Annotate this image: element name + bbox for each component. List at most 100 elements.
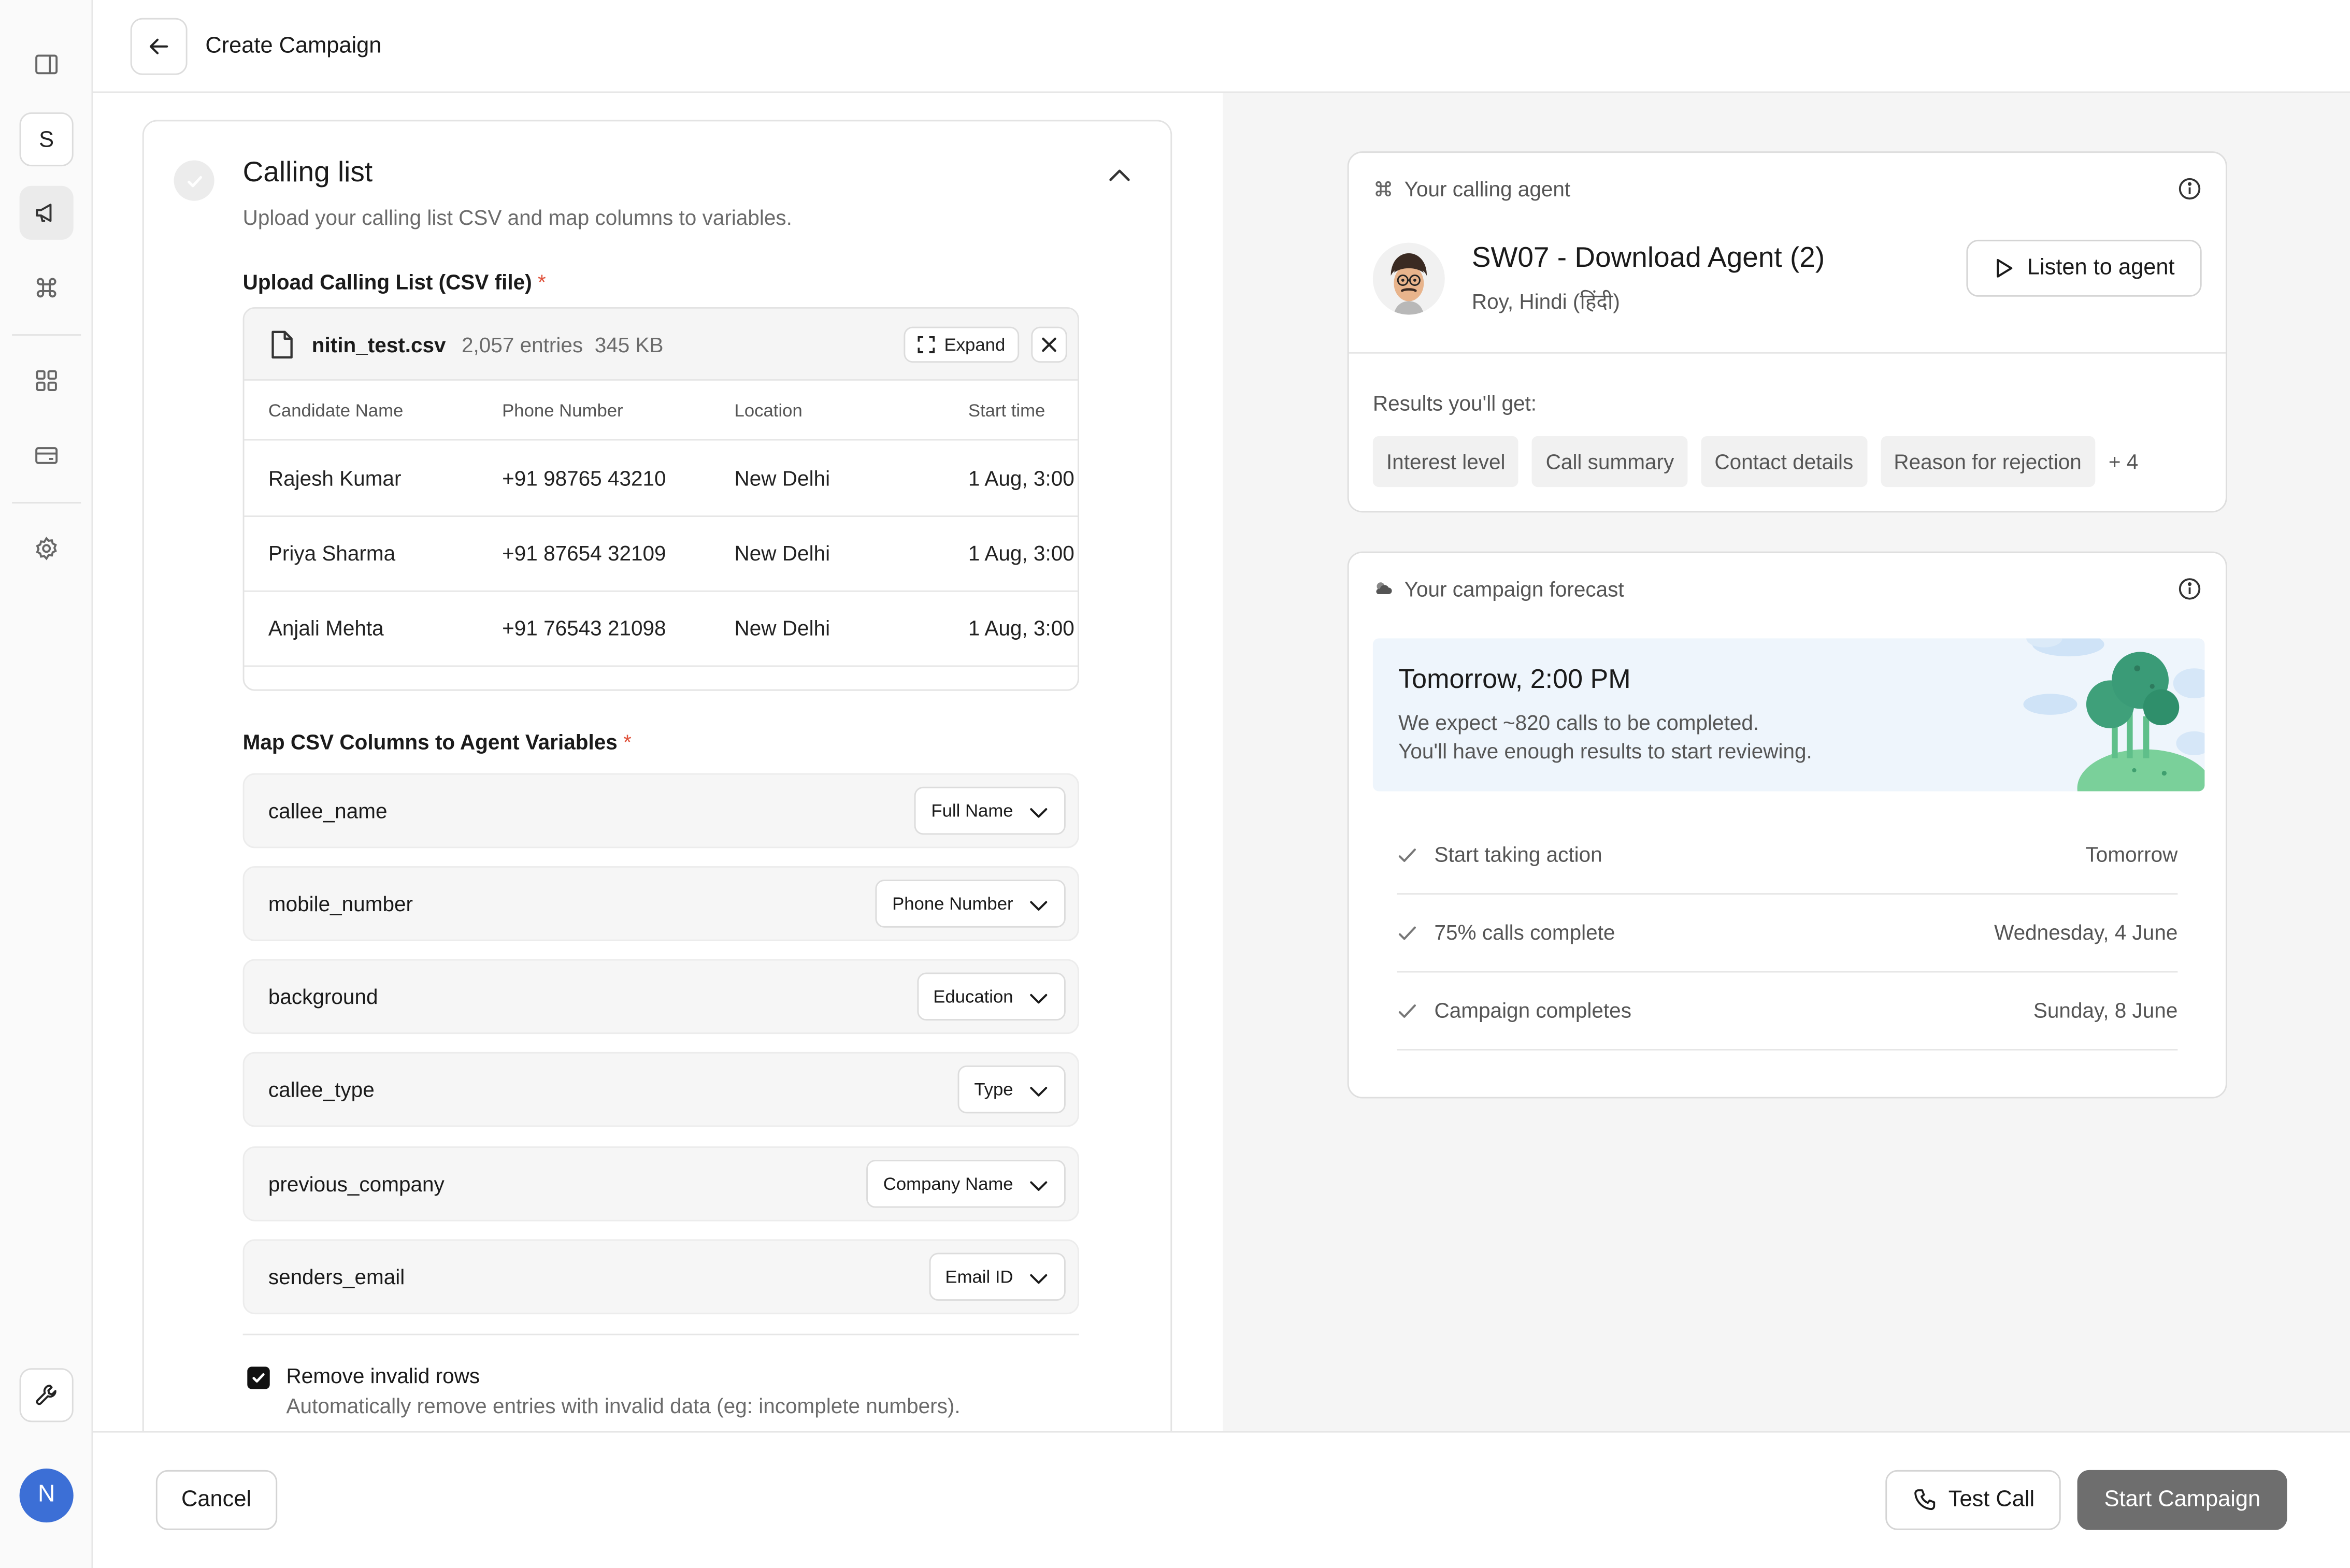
tools-wrench-icon[interactable] <box>19 1368 74 1422</box>
table-cell: +91 98765 43210 <box>502 466 666 490</box>
table-row: Anjali Mehta +91 76543 21098 New Delhi 1… <box>244 592 1078 667</box>
column-select[interactable]: Email ID <box>928 1253 1066 1301</box>
table-cell: 1 Aug, 3:00 <box>968 615 1074 640</box>
remove-file-button[interactable] <box>1031 326 1067 363</box>
table-cell: +91 76543 21098 <box>502 615 666 640</box>
required-mark: * <box>623 729 632 754</box>
result-chip: Call summary <box>1532 436 1688 487</box>
selected-column: Education <box>933 986 1013 1008</box>
cancel-button[interactable]: Cancel <box>155 1470 277 1530</box>
divider <box>1349 352 2226 354</box>
mapping-row: background Education <box>242 959 1079 1034</box>
start-campaign-button[interactable]: Start Campaign <box>2077 1470 2288 1530</box>
map-label: Map CSV Columns to Agent Variables * <box>243 730 632 754</box>
section-subtitle: Upload your calling list CSV and map col… <box>242 205 792 229</box>
variable-name: previous_company <box>268 1172 445 1196</box>
expand-label: Expand <box>944 334 1006 355</box>
table-cell: New Delhi <box>734 541 830 565</box>
info-icon[interactable] <box>2177 577 2201 601</box>
command-icon[interactable] <box>20 261 74 314</box>
selected-column: Email ID <box>945 1266 1013 1288</box>
chevron-down-icon <box>1030 808 1048 818</box>
table-cell: Priya Sharma <box>268 541 396 565</box>
table-cell: Rajesh Kumar <box>268 466 402 490</box>
forecast-line: We expect ~820 calls to be completed. <box>1398 710 1759 735</box>
column-select[interactable]: Education <box>916 972 1066 1021</box>
remove-invalid-checkbox[interactable] <box>247 1366 270 1389</box>
agent-avatar <box>1372 242 1445 315</box>
user-initial: N <box>37 1482 55 1508</box>
user-avatar[interactable]: N <box>19 1469 74 1523</box>
billing-card-icon[interactable] <box>20 428 74 482</box>
milestone-row: Campaign completes Sunday, 8 June <box>1397 972 2178 1051</box>
table-cell: 1 Aug, 3:00 <box>968 541 1074 565</box>
csv-preview: nitin_test.csv 2,057 entries 345 KB Expa… <box>242 307 1079 691</box>
results-label: Results you'll get: <box>1372 391 1537 415</box>
map-label-text: Map CSV Columns to Agent Variables <box>242 729 618 754</box>
result-chip: Interest level <box>1372 436 1519 487</box>
column-select[interactable]: Phone Number <box>876 880 1066 928</box>
variable-name: senders_email <box>268 1264 405 1289</box>
mapping-row: senders_email Email ID <box>242 1239 1079 1315</box>
test-call-label: Test Call <box>1948 1486 2035 1512</box>
result-chip: Reason for rejection <box>1880 436 2095 487</box>
mapping-row: callee_name Full Name <box>242 773 1079 848</box>
calling-list-card: Calling list Upload your calling list CS… <box>142 120 1172 1431</box>
check-icon <box>1398 926 1416 940</box>
column-header: Location <box>734 400 803 421</box>
toggle-sidebar-icon[interactable] <box>20 37 74 91</box>
file-entries: 2,057 entries <box>462 333 583 357</box>
arrow-left-icon <box>149 38 168 54</box>
checkmark-icon <box>252 1373 265 1383</box>
results-chips: Interest level Call summary Contact deta… <box>1372 436 2138 487</box>
back-button[interactable] <box>130 18 188 75</box>
weather-cloud-icon <box>1376 582 1392 595</box>
workspace-initial: S <box>39 126 54 152</box>
file-icon <box>271 330 293 359</box>
column-header: Phone Number <box>502 400 623 421</box>
upload-label: Upload Calling List (CSV file) * <box>243 270 546 294</box>
agent-voice-language: Roy, Hindi (हिंदी) <box>1471 289 1620 313</box>
column-select[interactable]: Company Name <box>866 1160 1066 1208</box>
table-cell: Anjali Mehta <box>268 615 384 640</box>
forecast-eta: Tomorrow, 2:00 PM <box>1398 664 1631 694</box>
milestone-row: Start taking action Tomorrow <box>1397 817 2178 895</box>
column-select[interactable]: Type <box>957 1065 1066 1114</box>
column-select[interactable]: Full Name <box>914 786 1066 835</box>
table-header: Candidate Name Phone Number Location Sta… <box>244 381 1078 441</box>
milestone-label: Campaign completes <box>1434 998 1631 1022</box>
forecast-highlight: Tomorrow, 2:00 PM We expect ~820 calls t… <box>1372 638 2205 792</box>
workspace-switcher[interactable]: S <box>19 112 74 167</box>
calling-agent-card: Your calling agent SW07 - Download Agent… <box>1347 151 2227 513</box>
info-icon[interactable] <box>2177 177 2201 200</box>
chevron-up-icon[interactable] <box>1105 161 1135 191</box>
section-title: Calling list <box>242 157 373 189</box>
play-icon <box>1996 258 2012 278</box>
column-header: Start time <box>968 400 1045 421</box>
settings-gear-icon[interactable] <box>20 522 74 576</box>
listen-to-agent-button[interactable]: Listen to agent <box>1966 239 2202 297</box>
file-header: nitin_test.csv 2,057 entries 345 KB Expa… <box>244 308 1078 381</box>
selected-column: Full Name <box>931 800 1013 822</box>
expand-button[interactable]: Expand <box>904 326 1019 363</box>
agent-name: SW07 - Download Agent (2) <box>1471 242 1825 275</box>
remove-invalid-title: Remove invalid rows <box>286 1363 480 1388</box>
milestone-label: 75% calls complete <box>1434 920 1615 944</box>
agent-card-heading: Your calling agent <box>1404 177 1571 201</box>
campaigns-megaphone-icon[interactable] <box>19 185 74 240</box>
required-mark: * <box>537 269 546 294</box>
variable-name: callee_type <box>268 1077 375 1102</box>
more-results-count[interactable]: + 4 <box>2109 450 2138 473</box>
app-window: S N Create Campaign Calling list Upload … <box>0 0 2350 1568</box>
campaign-form: Calling list Upload your calling list CS… <box>93 93 1223 1431</box>
sidebar-rail: S N <box>0 0 93 1568</box>
forecast-illustration <box>2023 638 2205 792</box>
divider <box>242 1333 1079 1335</box>
table-cell: New Delhi <box>734 466 830 490</box>
action-footer: Cancel Test Call Start Campaign <box>93 1431 2350 1568</box>
command-icon <box>1375 181 1391 197</box>
test-call-button[interactable]: Test Call <box>1885 1470 2060 1530</box>
selected-column: Company Name <box>883 1173 1013 1195</box>
selected-column: Type <box>974 1078 1013 1100</box>
grid-icon[interactable] <box>20 354 74 408</box>
